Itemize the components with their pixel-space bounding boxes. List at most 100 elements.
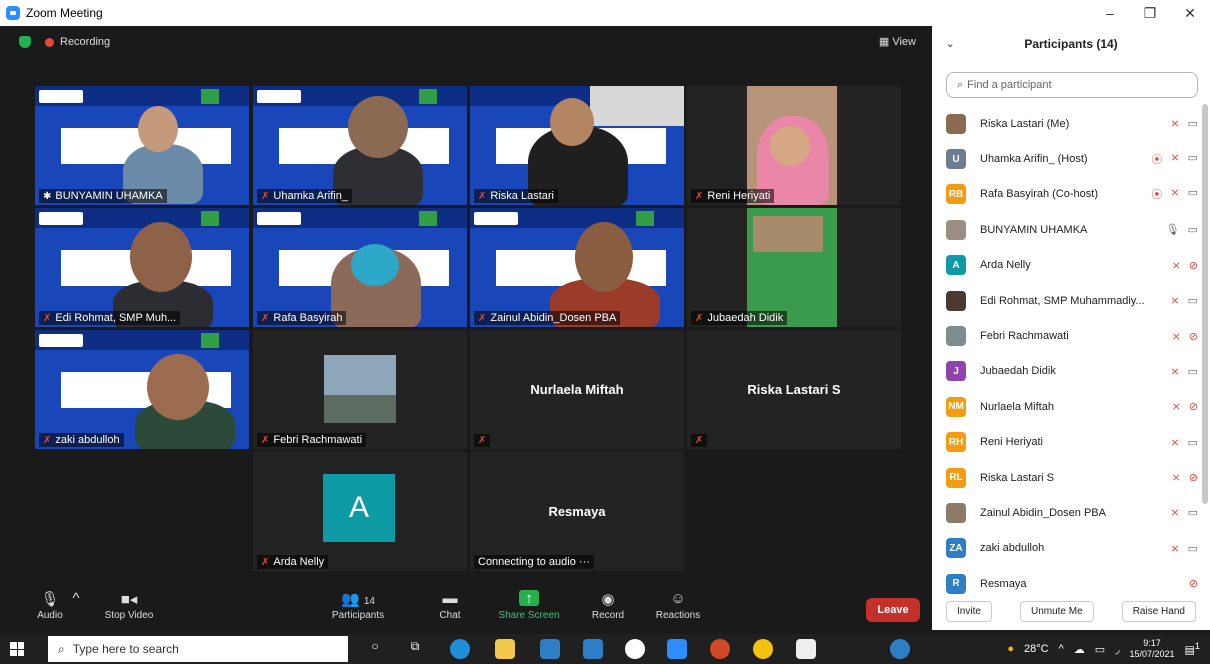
video-tile[interactable]: ✗ Febri Rachmawati bbox=[253, 330, 467, 449]
edge-browser-icon[interactable] bbox=[450, 639, 470, 659]
close-button[interactable]: ✕ bbox=[1170, 0, 1210, 26]
video-tile[interactable]: Nurlaela Miftah ✗ bbox=[470, 330, 684, 449]
participant-row[interactable]: BUNYAMIN UHAMKA 🎙 ▭ bbox=[932, 212, 1210, 247]
video-tile[interactable]: Riska Lastari S ✗ bbox=[687, 330, 901, 449]
video-tile[interactable]: ✗ Jubaedah Didik bbox=[687, 208, 901, 327]
file-explorer-icon[interactable] bbox=[495, 639, 515, 659]
participant-row[interactable]: Edi Rohmat, SMP Muhammadiy... ⨯ ▭ bbox=[932, 283, 1210, 318]
cortana-icon[interactable]: ○ bbox=[365, 639, 385, 659]
participant-search-input[interactable]: ⌕ Find a participant bbox=[946, 72, 1198, 98]
share-screen-button[interactable]: ↑ Share Screen bbox=[494, 590, 564, 621]
mic-muted-icon[interactable]: ⨯ bbox=[1172, 330, 1181, 343]
battery-icon[interactable]: ▭ bbox=[1095, 643, 1105, 656]
view-button[interactable]: ▦ View bbox=[879, 35, 916, 48]
taskbar-search-input[interactable]: ⌕ Type here to search bbox=[48, 636, 348, 662]
zoom-app-icon[interactable] bbox=[667, 639, 687, 659]
wifi-icon[interactable]: ◞ bbox=[1115, 643, 1119, 656]
video-tile[interactable]: ✗ Reni Heriyati bbox=[687, 86, 901, 205]
app-circle-icon[interactable] bbox=[625, 639, 645, 659]
participant-row[interactable]: Febri Rachmawati ⨯ ⊘ bbox=[932, 318, 1210, 353]
participant-row[interactable]: NM Nurlaela Miftah ⨯ ⊘ bbox=[932, 389, 1210, 424]
minimize-button[interactable]: – bbox=[1090, 0, 1130, 26]
audio-button[interactable]: 🎙 Audio bbox=[30, 590, 70, 621]
chrome-icon[interactable] bbox=[753, 639, 773, 659]
participant-row[interactable]: J Jubaedah Didik ⨯ ▭ bbox=[932, 354, 1210, 389]
microphone-icon[interactable]: 🎙 bbox=[1166, 223, 1180, 236]
leave-button[interactable]: Leave bbox=[866, 598, 920, 622]
temperature-label[interactable]: 28°C bbox=[1024, 643, 1049, 655]
video-off-icon[interactable]: ⊘ bbox=[1189, 330, 1198, 343]
participant-row[interactable]: Riska Lastari (Me) ⨯ ▭ bbox=[932, 106, 1210, 141]
video-camera-icon[interactable]: ▭ bbox=[1188, 294, 1198, 307]
video-off-icon[interactable]: ⊘ bbox=[1189, 577, 1198, 590]
chevron-down-icon[interactable]: ⌄ bbox=[946, 39, 954, 50]
video-off-icon[interactable]: ⊘ bbox=[1189, 400, 1198, 413]
video-camera-icon[interactable]: ▭ bbox=[1188, 436, 1198, 449]
video-tile[interactable]: A ✗ Arda Nelly bbox=[253, 452, 467, 571]
recording-dot-icon bbox=[45, 37, 54, 47]
mic-muted-icon[interactable]: ⨯ bbox=[1172, 259, 1181, 272]
video-tile[interactable]: ✗ Uhamka Arifin_ bbox=[253, 86, 467, 205]
restore-button[interactable]: ❐ bbox=[1130, 0, 1170, 26]
mic-muted-icon[interactable]: ⨯ bbox=[1172, 400, 1181, 413]
notification-icon[interactable]: ▤1 bbox=[1185, 641, 1201, 657]
mic-muted-icon[interactable]: ⨯ bbox=[1170, 506, 1179, 519]
video-tile[interactable]: ✗ Zainul Abidin_Dosen PBA bbox=[470, 208, 684, 327]
video-tile[interactable]: ✗ Riska Lastari bbox=[470, 86, 684, 205]
dropbox-icon[interactable] bbox=[583, 639, 603, 659]
mic-muted-icon[interactable]: ⨯ bbox=[1170, 436, 1179, 449]
mic-muted-icon[interactable]: ⨯ bbox=[1170, 542, 1179, 555]
tray-chevron-up-icon[interactable]: ^ bbox=[1059, 643, 1064, 655]
mic-muted-icon: ✗ bbox=[261, 434, 270, 446]
mic-muted-icon[interactable]: ⨯ bbox=[1170, 186, 1179, 202]
video-tile[interactable]: ✗ Edi Rohmat, SMP Muh... bbox=[35, 208, 249, 327]
video-off-icon[interactable]: ⊘ bbox=[1189, 259, 1198, 272]
video-tile[interactable]: ✗ zaki abdulloh bbox=[35, 330, 249, 449]
video-off-icon[interactable]: ⊘ bbox=[1189, 471, 1198, 484]
mail-icon[interactable] bbox=[540, 639, 560, 659]
mic-muted-icon[interactable]: ⨯ bbox=[1170, 151, 1179, 167]
audio-options-chevron[interactable]: ^ bbox=[70, 590, 82, 610]
participant-row[interactable]: RH Reni Heriyati ⨯ ▭ bbox=[932, 425, 1210, 460]
participant-row[interactable]: A Arda Nelly ⨯ ⊘ bbox=[932, 248, 1210, 283]
video-camera-icon[interactable]: ▭ bbox=[1188, 506, 1198, 519]
participants-button[interactable]: 👥 14 Participants bbox=[325, 590, 391, 621]
video-tile[interactable]: ✗ Rafa Basyirah bbox=[253, 208, 467, 327]
video-tile[interactable]: Resmaya Connecting to audio ··· bbox=[470, 452, 684, 571]
video-camera-icon[interactable]: ▭ bbox=[1188, 365, 1198, 378]
network-icon[interactable]: ☁ bbox=[1074, 643, 1085, 656]
powerpoint-icon[interactable] bbox=[710, 639, 730, 659]
video-camera-icon[interactable]: ▭ bbox=[1188, 542, 1198, 555]
participant-row[interactable]: RB Rafa Basyirah (Co-host) ⦿ ⨯ ▭ bbox=[932, 177, 1210, 212]
participant-row[interactable]: U Uhamka Arifin_ (Host) ⦿ ⨯ ▭ bbox=[932, 141, 1210, 176]
invite-button[interactable]: Invite bbox=[946, 600, 992, 622]
video-tile[interactable]: ✱ BUNYAMIN UHAMKA bbox=[35, 86, 249, 205]
mic-muted-icon: ✗ bbox=[261, 190, 270, 202]
smiley-icon: ☺ bbox=[670, 590, 686, 607]
task-view-icon[interactable]: ⧉ bbox=[405, 639, 425, 659]
participant-list-scrollbar[interactable] bbox=[1202, 104, 1208, 504]
reactions-button[interactable]: ☺ Reactions bbox=[652, 590, 704, 621]
participant-row[interactable]: ZA zaki abdulloh ⨯ ▭ bbox=[932, 531, 1210, 566]
raise-hand-button[interactable]: Raise Hand bbox=[1121, 600, 1196, 622]
video-camera-icon[interactable]: ▭ bbox=[1188, 151, 1198, 167]
help-icon[interactable] bbox=[890, 639, 910, 659]
security-shield-icon[interactable] bbox=[19, 36, 31, 48]
record-button[interactable]: ◉ Record bbox=[586, 590, 630, 621]
clock[interactable]: 9:17 15/07/2021 bbox=[1129, 638, 1174, 660]
stop-video-button[interactable]: ■◂ Stop Video bbox=[98, 590, 160, 621]
participant-row[interactable]: Zainul Abidin_Dosen PBA ⨯ ▭ bbox=[932, 495, 1210, 530]
video-camera-icon[interactable]: ▭ bbox=[1188, 117, 1198, 130]
mic-muted-icon[interactable]: ⨯ bbox=[1172, 471, 1181, 484]
video-camera-icon[interactable]: ▭ bbox=[1188, 223, 1198, 236]
mic-muted-icon[interactable]: ⨯ bbox=[1170, 117, 1179, 130]
mic-muted-icon[interactable]: ⨯ bbox=[1170, 365, 1179, 378]
photos-icon[interactable] bbox=[796, 639, 816, 659]
participant-status-icons: ⨯ ▭ bbox=[1170, 365, 1198, 378]
chat-button[interactable]: ▬ Chat bbox=[432, 590, 468, 621]
video-camera-icon[interactable]: ▭ bbox=[1188, 186, 1198, 202]
participant-row[interactable]: RL Riska Lastari S ⨯ ⊘ bbox=[932, 460, 1210, 495]
windows-start-icon[interactable] bbox=[10, 642, 24, 656]
unmute-me-button[interactable]: Unmute Me bbox=[1019, 600, 1094, 622]
mic-muted-icon[interactable]: ⨯ bbox=[1170, 294, 1179, 307]
